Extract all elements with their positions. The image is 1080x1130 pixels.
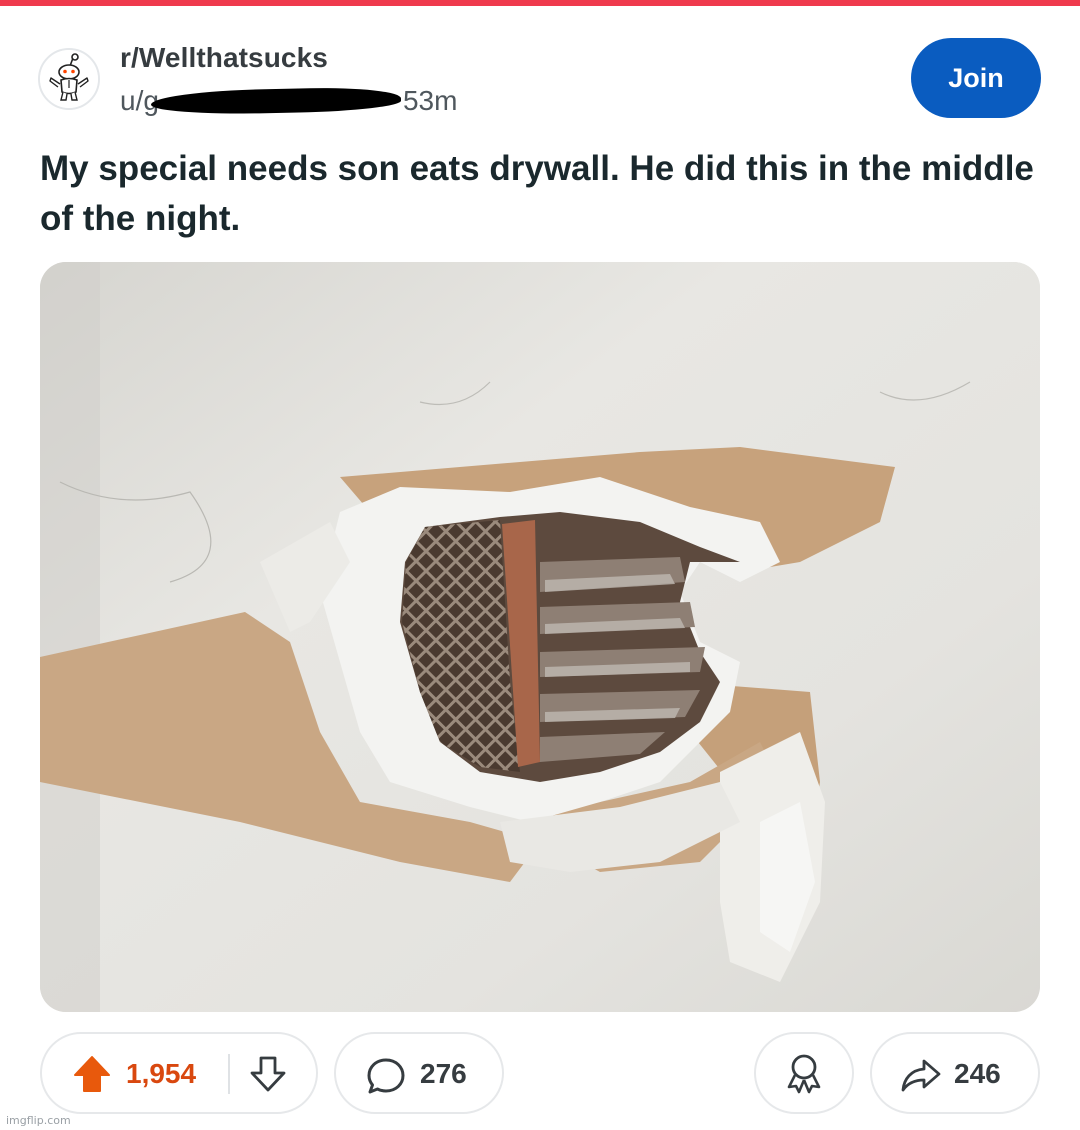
imgflip-watermark: imgflip.com: [6, 1114, 71, 1127]
post-actions: 1,954 276 246: [40, 1032, 1040, 1114]
vote-group: 1,954: [40, 1032, 318, 1114]
comments-button[interactable]: 276: [334, 1032, 504, 1114]
share-button[interactable]: 246: [870, 1032, 1040, 1114]
post-title[interactable]: My special needs son eats drywall. He di…: [40, 144, 1040, 244]
share-count: 246: [954, 1058, 1001, 1089]
comment-count: 276: [420, 1058, 467, 1089]
award-button[interactable]: [754, 1032, 854, 1114]
vote-divider: [228, 1054, 230, 1094]
subreddit-avatar[interactable]: [38, 48, 100, 110]
drywall-hole-photo: [40, 262, 1040, 1012]
top-accent-bar: [0, 0, 1080, 6]
subreddit-name[interactable]: r/Wellthatsucks: [120, 42, 328, 74]
award-icon: [787, 1054, 821, 1094]
post-time: 53m: [402, 85, 458, 116]
upvote-count: 1,954: [126, 1058, 197, 1089]
post-image[interactable]: [40, 262, 1040, 1012]
comment-bubble-icon: [367, 1058, 405, 1094]
post-header: r/Wellthatsucks u/g 53m Join: [38, 38, 1042, 120]
upvote-arrow-icon: [74, 1056, 110, 1092]
join-button[interactable]: Join: [911, 38, 1041, 118]
username-redaction: [150, 86, 402, 116]
post-meta: u/g 53m: [120, 84, 457, 118]
downvote-button[interactable]: [248, 1054, 288, 1094]
upvote-button[interactable]: [72, 1054, 112, 1094]
share-arrow-icon: [901, 1059, 941, 1092]
snoo-icon: [40, 50, 98, 108]
downvote-arrow-icon: [250, 1056, 286, 1092]
